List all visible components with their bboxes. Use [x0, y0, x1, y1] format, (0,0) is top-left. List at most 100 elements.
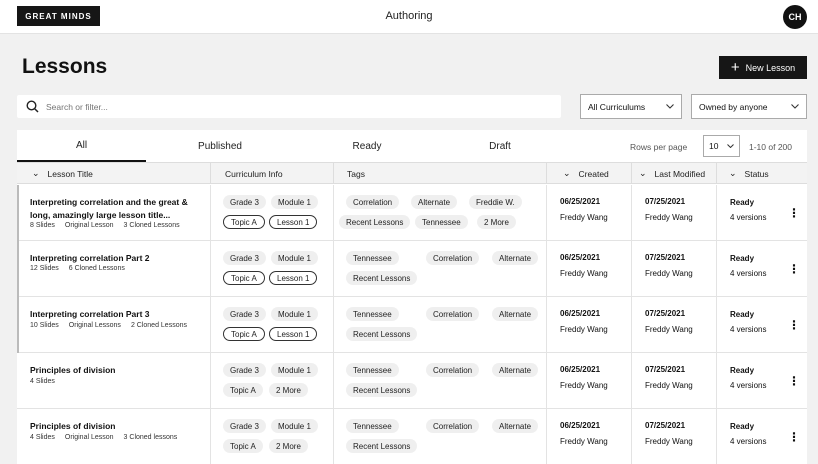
chevron-down-icon: ⌄	[563, 168, 571, 178]
created-date: 06/25/2021	[560, 309, 601, 318]
owner-filter[interactable]: Owned by anyone	[691, 94, 807, 119]
column-status[interactable]: ⌄ Status	[716, 163, 807, 184]
status-text: Ready	[730, 366, 755, 375]
tag-chip: Tennessee	[346, 307, 399, 321]
version-count: 4 versions	[730, 269, 767, 278]
grade-chip: Grade 3	[223, 307, 266, 321]
created-date: 06/25/2021	[560, 365, 601, 374]
tag-chip: Correlation	[426, 419, 480, 433]
app-title: Authoring	[385, 10, 433, 22]
search-input[interactable]	[46, 101, 526, 112]
search-bar[interactable]	[17, 95, 561, 118]
more-options-icon[interactable]: ⋮	[788, 431, 800, 443]
cloned-count: 3 Cloned Lessons	[123, 222, 180, 229]
more-options-icon[interactable]: ⋮	[788, 375, 800, 387]
slide-count: 8 Slides	[30, 222, 55, 229]
more-info-chip[interactable]: 2 More	[269, 439, 308, 453]
tag-chip: Alternate	[492, 419, 539, 433]
lesson-meta: 4 Slides Original Lesson 3 Cloned lessons	[30, 434, 187, 441]
lesson-title-cell: Principles of division 4 Slides	[17, 353, 210, 409]
modified-date: 07/25/2021	[645, 309, 686, 318]
status-cell: Ready 4 versions ⋮	[716, 353, 807, 409]
modified-cell: 07/25/2021 Freddy Wang	[631, 409, 716, 464]
chevron-down-icon	[791, 104, 799, 109]
module-chip: Module 1	[271, 419, 318, 433]
modified-date: 07/25/2021	[645, 253, 686, 262]
more-options-icon[interactable]: ⋮	[788, 207, 800, 219]
tag-chip: Correlation	[426, 307, 480, 321]
more-options-icon[interactable]: ⋮	[788, 319, 800, 331]
column-lesson-title[interactable]: ⌄ Lesson Title	[17, 163, 210, 184]
curriculum-info-cell: Grade 3 Module 1 Topic A 2 More	[210, 353, 333, 409]
status-text: Ready	[730, 198, 755, 207]
table-row[interactable]: Interpreting correlation Part 3 10 Slide…	[17, 297, 807, 353]
lesson-chip[interactable]: Lesson 1	[269, 327, 318, 341]
user-avatar[interactable]: CH	[783, 5, 807, 29]
column-label: Lesson Title	[47, 168, 93, 179]
tag-chip: Recent Lessons	[339, 215, 411, 229]
module-chip: Module 1	[271, 363, 318, 377]
tag-chip: Tennessee	[346, 251, 399, 265]
tags-cell: Tennessee Correlation Alternate Recent L…	[333, 297, 546, 353]
topic-chip[interactable]: Topic A	[223, 215, 265, 229]
table-row[interactable]: Interpreting correlation and the great &…	[17, 185, 807, 241]
curriculum-info-cell: Grade 3 Module 1 Topic A Lesson 1	[210, 241, 333, 297]
curriculum-filter[interactable]: All Curriculums	[580, 94, 682, 119]
table-row[interactable]: Principles of division 4 Slides Grade 3 …	[17, 353, 807, 409]
modified-cell: 07/25/2021 Freddy Wang	[631, 297, 716, 353]
table-row[interactable]: Interpreting correlation Part 2 12 Slide…	[17, 241, 807, 297]
modified-date: 07/25/2021	[645, 365, 686, 374]
modified-by: Freddy Wang	[645, 381, 693, 390]
status-cell: Ready 4 versions ⋮	[716, 297, 807, 353]
new-lesson-button[interactable]: + New Lesson	[719, 56, 807, 79]
lesson-origin: Original Lesson	[64, 434, 114, 441]
more-options-icon[interactable]: ⋮	[788, 263, 800, 275]
module-chip: Module 1	[271, 307, 318, 321]
tab-published[interactable]: Published	[155, 130, 285, 162]
tags-cell: Tennessee Correlation Alternate Recent L…	[333, 241, 546, 297]
topic-chip[interactable]: Topic A	[223, 327, 265, 341]
tab-ready[interactable]: Ready	[302, 130, 432, 162]
topic-chip[interactable]: Topic A	[223, 383, 263, 397]
lessons-table-card: All Published Ready Draft Rows per page …	[17, 130, 807, 464]
lesson-chip[interactable]: Lesson 1	[269, 215, 318, 229]
lesson-title[interactable]: Interpreting correlation and the great &…	[30, 196, 202, 222]
tab-all[interactable]: All	[17, 130, 146, 162]
created-by: Freddy Wang	[560, 437, 608, 446]
top-bar: GREAT MINDS Authoring CH	[0, 0, 818, 34]
status-text: Ready	[730, 310, 755, 319]
created-by: Freddy Wang	[560, 213, 608, 222]
topic-chip[interactable]: Topic A	[223, 439, 263, 453]
created-date: 06/25/2021	[560, 197, 601, 206]
lesson-chip[interactable]: Lesson 1	[269, 271, 318, 285]
page-title: Lessons	[22, 55, 108, 78]
column-last-modified[interactable]: ⌄ Last Modified	[631, 163, 716, 184]
tags-cell: Tennessee Correlation Alternate Recent L…	[333, 353, 546, 409]
modified-by: Freddy Wang	[645, 437, 693, 446]
rows-per-page-select[interactable]: 10	[703, 135, 740, 157]
rows-per-page-label: Rows per page	[630, 142, 688, 152]
more-info-chip[interactable]: 2 More	[269, 383, 308, 397]
version-count: 4 versions	[730, 213, 767, 222]
curriculum-filter-value: All Curriculums	[588, 101, 646, 112]
version-count: 4 versions	[730, 325, 767, 334]
slide-count: 4 Slides	[30, 434, 55, 441]
lesson-meta: 10 Slides Original Lessons 2 Cloned Lesson…	[30, 322, 197, 329]
modified-date: 07/25/2021	[645, 421, 686, 430]
cloned-count: 3 Cloned lessons	[123, 434, 178, 441]
tab-draft[interactable]: Draft	[435, 130, 565, 162]
lesson-title[interactable]: Interpreting correlation Part 2	[30, 252, 202, 265]
lesson-title[interactable]: Interpreting correlation Part 3	[30, 308, 202, 321]
tag-chip: Correlation	[426, 363, 480, 377]
tag-chip: Alternate	[492, 251, 539, 265]
modified-by: Freddy Wang	[645, 269, 693, 278]
modified-by: Freddy Wang	[645, 325, 693, 334]
more-tags-chip[interactable]: 2 More	[477, 215, 516, 229]
column-label: Last Modified	[654, 168, 706, 179]
lesson-title[interactable]: Principles of division	[30, 420, 202, 433]
lesson-title[interactable]: Principles of division	[30, 364, 202, 377]
modified-cell: 07/25/2021 Freddy Wang	[631, 185, 716, 241]
topic-chip[interactable]: Topic A	[223, 271, 265, 285]
table-row[interactable]: Principles of division 4 Slides Original …	[17, 409, 807, 464]
column-created[interactable]: ⌄ Created	[546, 163, 631, 184]
